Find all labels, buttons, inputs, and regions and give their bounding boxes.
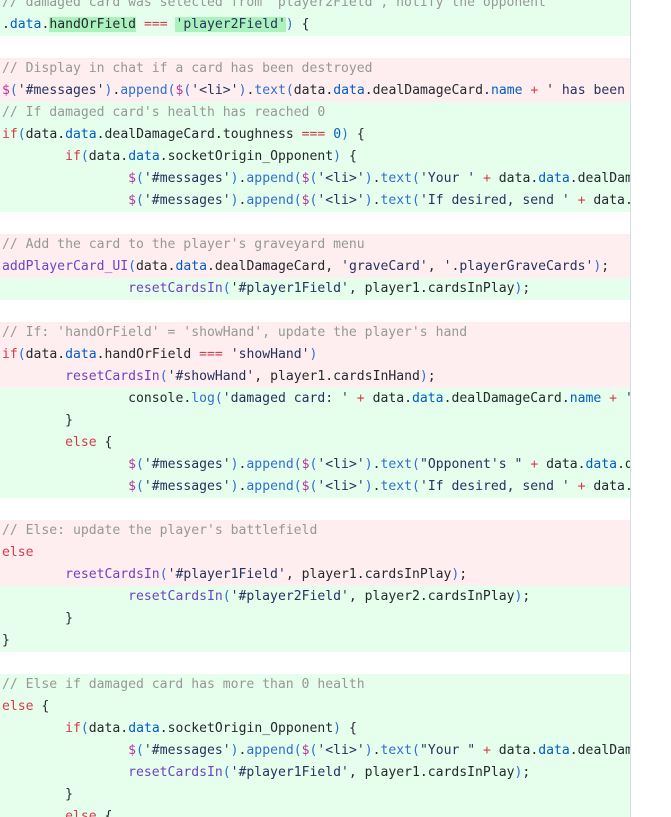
diff-line-del: else — [0, 542, 630, 564]
diff-line-add: // If damaged card's health has reached … — [0, 102, 630, 124]
diff-line-add: $('#messages').append($('<li>').text('If… — [0, 476, 630, 498]
diff-line-ctx — [0, 498, 630, 520]
diff-line-add: // damaged card was selected from 'playe… — [0, 0, 630, 14]
diff-line-add: if(data.data.socketOrigin_Opponent) { — [0, 146, 630, 168]
diff-line-add: resetCardsIn('#player1Field', player1.ca… — [0, 278, 630, 300]
diff-line-ctx — [0, 300, 630, 322]
diff-line-del: // If: 'handOrField' = 'showHand', updat… — [0, 322, 630, 344]
diff-line-add: } — [0, 630, 630, 652]
diff-line-ctx — [0, 652, 630, 674]
diff-line-add: resetCardsIn('#player1Field', player1.ca… — [0, 762, 630, 784]
diff-line-add: if(data.data.socketOrigin_Opponent) { — [0, 718, 630, 740]
diff-line-del: // Display in chat if a card has been de… — [0, 58, 630, 80]
diff-line-del: resetCardsIn('#showHand', player1.cardsI… — [0, 366, 630, 388]
diff-line-del: if(data.data.handOrField === 'showHand') — [0, 344, 630, 366]
diff-line-del: addPlayerCard_UI(data.data.dealDamageCar… — [0, 256, 630, 278]
diff-line-add: // Else if damaged card has more than 0 … — [0, 674, 630, 696]
diff-line-del: $('#messages').append($('<li>').text(dat… — [0, 80, 630, 102]
diff-line-ctx — [0, 36, 630, 58]
diff-line-add: console.log('damaged card: ' + data.data… — [0, 388, 630, 410]
code-diff-lines: // damaged card was selected from 'playe… — [0, 0, 630, 817]
diff-line-del: // Else: update the player's battlefield — [0, 520, 630, 542]
diff-line-add: } — [0, 410, 630, 432]
diff-line-del: // Add the card to the player's graveyar… — [0, 234, 630, 256]
right-margin — [631, 0, 671, 817]
diff-line-add: $('#messages').append($('<li>').text('If… — [0, 190, 630, 212]
diff-line-add: $('#messages').append($('<li>').text('Yo… — [0, 168, 630, 190]
diff-line-add: } — [0, 608, 630, 630]
diff-line-add: if(data.data.dealDamageCard.toughness ==… — [0, 124, 630, 146]
diff-line-add: $('#messages').append($('<li>').text("Yo… — [0, 740, 630, 762]
diff-line-add: } — [0, 784, 630, 806]
diff-line-add: $('#messages').append($('<li>').text("Op… — [0, 454, 630, 476]
code-diff-panel[interactable]: // damaged card was selected from 'playe… — [0, 0, 631, 817]
diff-line-add: else { — [0, 696, 630, 718]
diff-line-add: resetCardsIn('#player2Field', player2.ca… — [0, 586, 630, 608]
diff-line-add: else { — [0, 806, 630, 817]
diff-line-del: resetCardsIn('#player1Field', player1.ca… — [0, 564, 630, 586]
diff-line-add: .data.handOrField === 'player2Field') { — [0, 14, 630, 36]
diff-line-add: else { — [0, 432, 630, 454]
diff-line-ctx — [0, 212, 630, 234]
